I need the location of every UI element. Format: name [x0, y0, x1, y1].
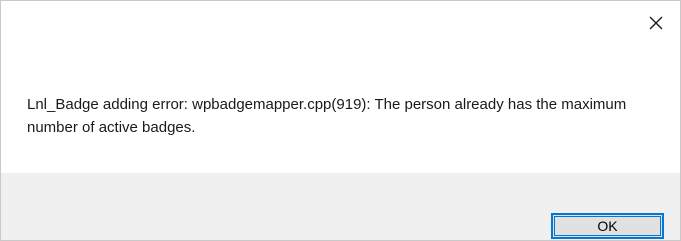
title-bar — [1, 1, 680, 45]
dialog-footer: OK — [1, 173, 680, 240]
error-message: Lnl_Badge adding error: wpbadgemapper.cp… — [27, 96, 627, 136]
ok-button[interactable]: OK — [551, 213, 664, 239]
message-dialog: Lnl_Badge adding error: wpbadgemapper.cp… — [0, 0, 681, 241]
dialog-content: Lnl_Badge adding error: wpbadgemapper.cp… — [27, 93, 657, 139]
close-icon — [649, 16, 663, 30]
ok-button-label: OK — [597, 218, 618, 234]
close-button[interactable] — [632, 1, 680, 45]
